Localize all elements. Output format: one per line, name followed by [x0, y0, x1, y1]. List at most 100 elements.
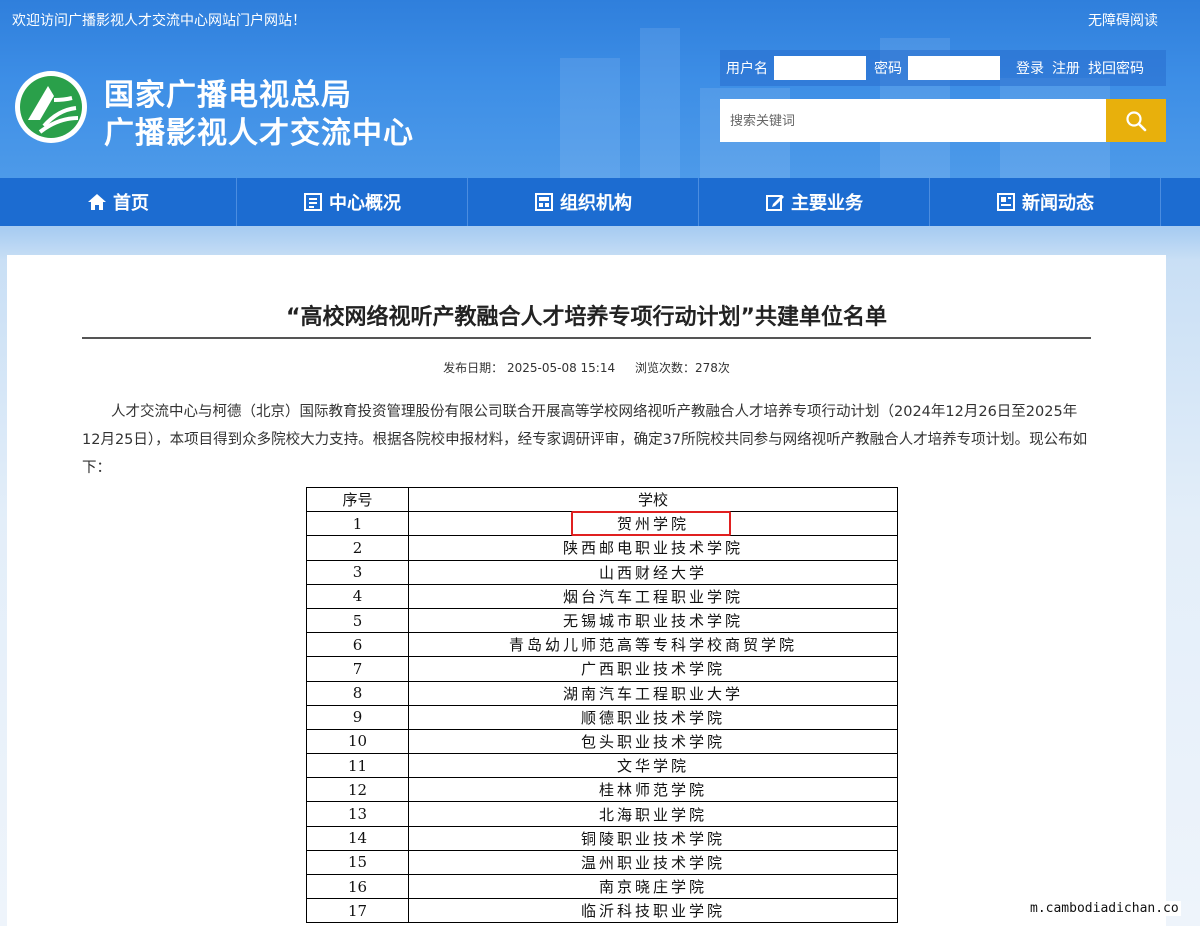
- school-name: 南京晓庄学院: [408, 873, 898, 900]
- skyline-decoration: [560, 58, 620, 178]
- row-index: 5: [306, 607, 409, 634]
- search-input[interactable]: [720, 99, 1106, 142]
- row-index: 3: [306, 559, 409, 585]
- overview-icon: [304, 193, 322, 211]
- table-row: 15 温州职业技术学院: [306, 849, 898, 876]
- main-nav: 首页 中心概况 组织机构 主要业务 新闻动态: [0, 178, 1200, 226]
- table-row: 9 顺德职业技术学院: [306, 704, 898, 730]
- search-button[interactable]: [1106, 99, 1166, 142]
- title-divider: [82, 337, 1091, 339]
- watermark-text: m.cambodiadichan.co: [1028, 901, 1181, 916]
- skyline-decoration: [640, 28, 680, 178]
- table-row: 7 广西职业技术学院: [306, 656, 898, 682]
- row-index: 2: [306, 535, 409, 561]
- article-meta: 发布日期： 2025-05-08 15:14 浏览次数：278次: [7, 359, 1166, 376]
- school-name: 温州职业技术学院: [408, 849, 898, 876]
- article-title: “高校网络视听产教融合人才培养专项行动计划”共建单位名单: [286, 305, 887, 330]
- username-label: 用户名: [726, 61, 768, 77]
- publish-date-wrapper: 发布日期： 2025-05-08 15:14: [443, 361, 615, 375]
- school-name: 青岛幼儿师范高等专科学校商贸学院: [408, 632, 898, 658]
- table-row: 10 包头职业技术学院: [306, 728, 898, 755]
- row-index: 10: [306, 728, 409, 755]
- search-icon: [1126, 110, 1147, 131]
- school-name: 桂林师范学院: [408, 777, 898, 803]
- login-bar: 用户名 密码 登录 注册 找回密码: [720, 50, 1166, 86]
- username-input[interactable]: [774, 56, 866, 80]
- nav-item-label: 首页: [113, 193, 149, 214]
- row-index: 8: [306, 680, 409, 706]
- views-label: 浏览次数：: [634, 361, 695, 375]
- row-index: 11: [306, 753, 409, 779]
- table-row: 13 北海职业学院: [306, 801, 898, 827]
- accessible-reading-link[interactable]: 无障碍阅读: [1088, 10, 1158, 30]
- row-index: 13: [306, 801, 409, 827]
- login-link[interactable]: 登录: [1016, 58, 1044, 78]
- nav-item-home[interactable]: 首页: [0, 178, 237, 226]
- school-name: 广西职业技术学院: [408, 656, 898, 682]
- highlight-box: [571, 511, 731, 536]
- nav-item-label: 组织机构: [560, 193, 632, 214]
- row-index: 12: [306, 777, 409, 803]
- row-index: 16: [306, 873, 409, 900]
- table-row: 5 无锡城市职业技术学院: [306, 607, 898, 634]
- article-paragraph: 人才交流中心与柯德（北京）国际教育投资管理股份有限公司联合开展高等学校网络视听产…: [82, 404, 1088, 476]
- school-name: 临沂科技职业学院: [408, 898, 898, 924]
- table-row: 3 山西财经大学: [306, 559, 898, 585]
- nav-item-label: 中心概况: [329, 193, 401, 214]
- school-name: 烟台汽车工程职业学院: [408, 583, 898, 609]
- organization-icon: [535, 193, 553, 211]
- school-name: 铜陵职业技术学院: [408, 825, 898, 851]
- nav-item-news[interactable]: 新闻动态: [930, 178, 1161, 226]
- home-icon: [88, 194, 106, 210]
- password-input[interactable]: [908, 56, 1000, 80]
- school-name: 包头职业技术学院: [408, 728, 898, 755]
- table-header-row: 序号 学校: [306, 486, 898, 513]
- nav-item-label: 主要业务: [791, 193, 863, 214]
- table-row: 11 文华学院: [306, 753, 898, 779]
- register-link[interactable]: 注册: [1052, 58, 1080, 78]
- article-panel: “高校网络视听产教融合人才培养专项行动计划”共建单位名单 发布日期： 2025-…: [7, 255, 1166, 926]
- row-index: 14: [306, 825, 409, 851]
- site-header: 欢迎访问广播影视人才交流中心网站门户网站！ 无障碍阅读 国家广播电视总局 广播影…: [0, 0, 1200, 178]
- nav-item-overview[interactable]: 中心概况: [237, 178, 468, 226]
- column-header-index: 序号: [306, 486, 409, 513]
- publish-date-label: 发布日期：: [443, 361, 504, 375]
- table-row: 2 陕西邮电职业技术学院: [306, 535, 898, 561]
- row-index: 1: [306, 511, 409, 537]
- row-index: 15: [306, 849, 409, 876]
- row-index: 7: [306, 656, 409, 682]
- welcome-text: 欢迎访问广播影视人才交流中心网站门户网站！: [12, 13, 306, 29]
- nav-item-business[interactable]: 主要业务: [699, 178, 930, 226]
- edit-icon: [766, 195, 784, 211]
- nav-item-label: 新闻动态: [1022, 193, 1094, 214]
- school-name: 陕西邮电职业技术学院: [408, 535, 898, 561]
- table-row: 16 南京晓庄学院: [306, 873, 898, 900]
- school-name: 山西财经大学: [408, 559, 898, 585]
- password-label: 密码: [874, 61, 902, 77]
- row-index: 17: [306, 898, 409, 924]
- table-row: 8 湖南汽车工程职业大学: [306, 680, 898, 706]
- school-name: 文华学院: [408, 753, 898, 779]
- news-icon: [997, 193, 1015, 211]
- school-name: 顺德职业技术学院: [408, 704, 898, 730]
- row-index: 4: [306, 583, 409, 609]
- school-name: 北海职业学院: [408, 801, 898, 827]
- school-name: 无锡城市职业技术学院: [408, 607, 898, 634]
- views-wrapper: 浏览次数：278次: [635, 361, 730, 375]
- schools-table: 序号 学校 1 贺州学院 2 陕西邮电职业技术学院 3 山西财经大学 4 烟台汽车工程职业学院…: [306, 486, 898, 924]
- school-name: 湖南汽车工程职业大学: [408, 680, 898, 706]
- table-row: 14 铜陵职业技术学院: [306, 825, 898, 851]
- site-title-line2: 广播影视人才交流中心: [104, 116, 414, 151]
- table-row: 12 桂林师范学院: [306, 777, 898, 803]
- table-row: 17 临沂科技职业学院: [306, 898, 898, 924]
- row-index: 9: [306, 704, 409, 730]
- table-row: 6 青岛幼儿师范高等专科学校商贸学院: [306, 632, 898, 658]
- row-index: 6: [306, 632, 409, 658]
- logo-icon: [15, 71, 87, 143]
- column-header-school: 学校: [408, 486, 898, 513]
- nav-item-organization[interactable]: 组织机构: [468, 178, 699, 226]
- views-count: 278次: [694, 361, 730, 375]
- publish-date: 2025-05-08 15:14: [506, 361, 616, 375]
- table-row: 4 烟台汽车工程职业学院: [306, 583, 898, 609]
- recover-password-link[interactable]: 找回密码: [1088, 58, 1144, 78]
